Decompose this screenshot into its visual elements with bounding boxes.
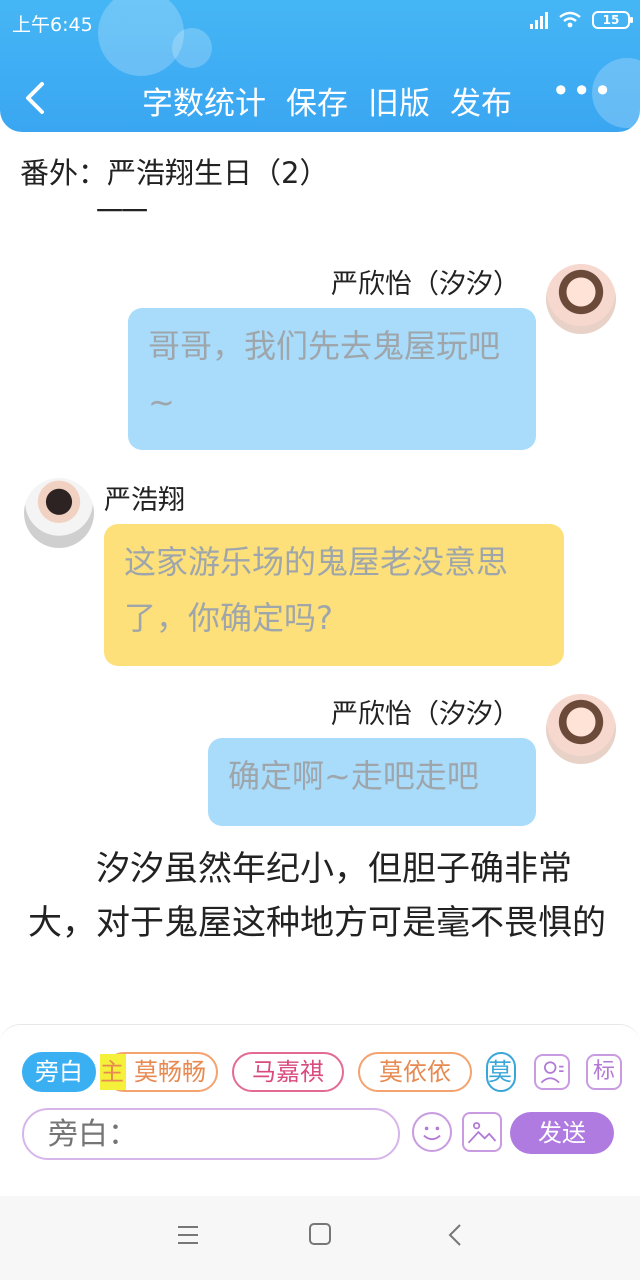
menu-icon[interactable] <box>176 1224 200 1246</box>
message-bubble[interactable]: 确定啊~走吧走吧 <box>208 738 536 826</box>
image-icon[interactable] <box>462 1112 502 1152</box>
speaker-name: 严欣怡（汐汐） <box>331 269 520 300</box>
emoji-icon[interactable] <box>412 1112 452 1152</box>
speaker-name: 严浩翔 <box>104 485 185 516</box>
publish-button[interactable]: 发布 <box>450 78 512 123</box>
back-button[interactable] <box>18 76 54 120</box>
chapter-title: 番外：严浩翔生日（2） <box>20 156 329 190</box>
old-version-button[interactable]: 旧版 <box>368 78 430 123</box>
role-chip-ma-jiaqi[interactable]: 马嘉祺 <box>232 1052 344 1092</box>
character-icon[interactable] <box>534 1054 570 1090</box>
tag-button[interactable]: 标 <box>586 1054 622 1090</box>
system-nav-bar <box>0 1196 640 1280</box>
role-chip-partial[interactable]: 莫 <box>486 1052 516 1092</box>
system-icons: 15 <box>530 11 633 29</box>
send-button[interactable]: 发送 <box>510 1112 614 1154</box>
nav-back-icon[interactable] <box>446 1222 464 1248</box>
status-time: 上午6:45 <box>12 14 93 36</box>
wifi-icon <box>559 11 581 28</box>
avatar[interactable] <box>546 694 616 764</box>
header-actions: 字数统计 保存 旧版 发布 <box>142 78 512 123</box>
word-count-button[interactable]: 字数统计 <box>142 78 266 123</box>
home-icon[interactable] <box>308 1222 332 1246</box>
speaker-name: 严欣怡（汐汐） <box>331 699 520 730</box>
battery-icon: 15 <box>592 11 633 29</box>
highlight-text: 主 <box>100 1054 126 1090</box>
message-bubble[interactable]: 这家游乐场的鬼屋老没意思了，你确定吗? <box>104 524 564 666</box>
role-chip-narrator[interactable]: 旁白 <box>22 1052 96 1092</box>
narration-content: 汐汐虽然年纪小，但胆子确非常大，对于鬼屋这种地方可是毫不畏惧的 <box>28 849 606 943</box>
more-menu-button[interactable]: ••• <box>551 72 614 110</box>
role-chip-mo-yiyi[interactable]: 莫依依 <box>358 1052 472 1092</box>
dash-divider: 一一 <box>96 197 148 228</box>
app-header: 上午6:45 15 字数统计 保存 旧版 发布 ••• <box>0 0 640 132</box>
avatar[interactable] <box>24 478 94 548</box>
message-input[interactable] <box>22 1108 400 1160</box>
signal-icon <box>530 11 548 29</box>
status-bar: 上午6:45 15 <box>0 0 640 46</box>
avatar[interactable] <box>546 264 616 334</box>
save-button[interactable]: 保存 <box>286 78 348 123</box>
message-bubble[interactable]: 哥哥，我们先去鬼屋玩吧~ <box>128 308 536 450</box>
narration-text[interactable]: 汐汐虽然年纪小，但胆子确非常大，对于鬼屋这种地方可是毫不畏惧的 <box>28 842 618 950</box>
